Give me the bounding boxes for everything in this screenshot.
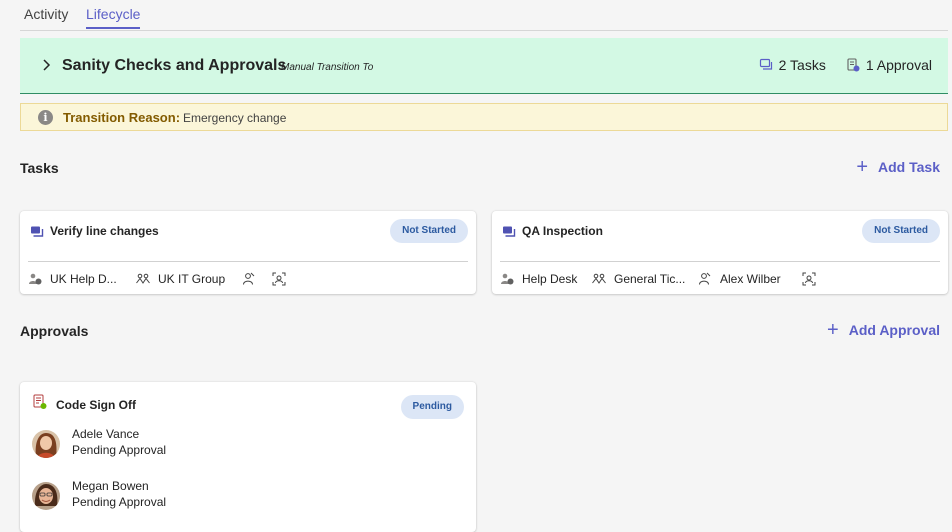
add-task-label: Add Task [878,159,940,175]
chevron-right-icon[interactable] [38,57,54,73]
divider [500,261,940,262]
support-group: UK Help D... [50,272,117,286]
approver-row: Adele Vance Pending Approval [32,427,167,458]
task-card[interactable]: QA Inspection Not Started Help Desk Gene… [492,211,948,294]
assign-person-icon[interactable] [242,272,256,286]
add-approval-label: Add Approval [848,322,940,338]
approval-icon [847,58,860,72]
approver-status: Pending Approval [72,443,167,457]
tasks-count: 2 Tasks [778,57,826,73]
stage-header[interactable]: Sanity Checks and Approvals Manual Trans… [20,38,948,94]
stage-subtitle: Manual Transition To [281,62,374,73]
add-approval-button[interactable]: + Add Approval [827,319,940,341]
assign-person-icon[interactable] [698,272,712,286]
plus-icon: + [856,156,869,178]
approvals-count: 1 Approval [865,57,932,73]
stage-summary: 2 Tasks 1 Approval [759,57,932,73]
tasks-heading: Tasks [20,160,59,176]
tab-activity[interactable]: Activity [24,6,68,22]
plus-icon: + [827,319,839,341]
team-name: UK IT Group [158,272,226,286]
team-name: General Tic... [614,272,686,286]
add-task-button[interactable]: + Add Task [856,156,940,178]
group-icon [501,273,514,285]
group-icon [29,273,42,285]
status-badge: Pending [400,395,464,419]
task-icon [503,226,516,237]
transition-reason-banner: i Transition Reason: Emergency change [20,103,948,131]
support-group: Help Desk [522,272,578,286]
assignee-name: Alex Wilber [720,272,781,286]
approver-name: Megan Bowen [72,479,149,493]
task-card[interactable]: Verify line changes Not Started UK Help … [20,211,476,294]
transition-reason-value: Emergency change [183,111,287,125]
divider [28,261,468,262]
task-icon [31,226,44,237]
approver-status: Pending Approval [72,495,167,509]
approval-title: Code Sign Off [56,398,136,412]
tab-bar: Activity Lifecycle [20,0,948,31]
tab-lifecycle[interactable]: Lifecycle [86,6,141,29]
stage-title: Sanity Checks and Approvals [62,57,287,74]
team-icon [592,273,606,284]
task-title: QA Inspection [522,224,603,238]
scan-icon[interactable] [802,272,816,286]
info-icon: i [38,110,53,125]
approvals-heading: Approvals [20,323,89,339]
approver-name: Adele Vance [72,427,140,441]
scan-icon[interactable] [272,272,286,286]
task-details: UK Help D... UK IT Group [28,271,286,287]
transition-reason-label: Transition Reason: [63,110,181,125]
avatar [32,430,60,458]
task-details: Help Desk General Tic... Alex Wilber [500,271,816,287]
tasks-icon [759,58,772,70]
task-title: Verify line changes [50,224,159,238]
status-badge: Not Started [862,219,940,243]
status-badge: Not Started [390,219,468,243]
approval-card[interactable]: Code Sign Off Pending Adele Vance Pendin… [20,382,476,532]
approval-icon [33,394,47,409]
approver-row: Megan Bowen Pending Approval [32,479,167,510]
avatar [32,482,60,510]
team-icon [136,273,150,284]
